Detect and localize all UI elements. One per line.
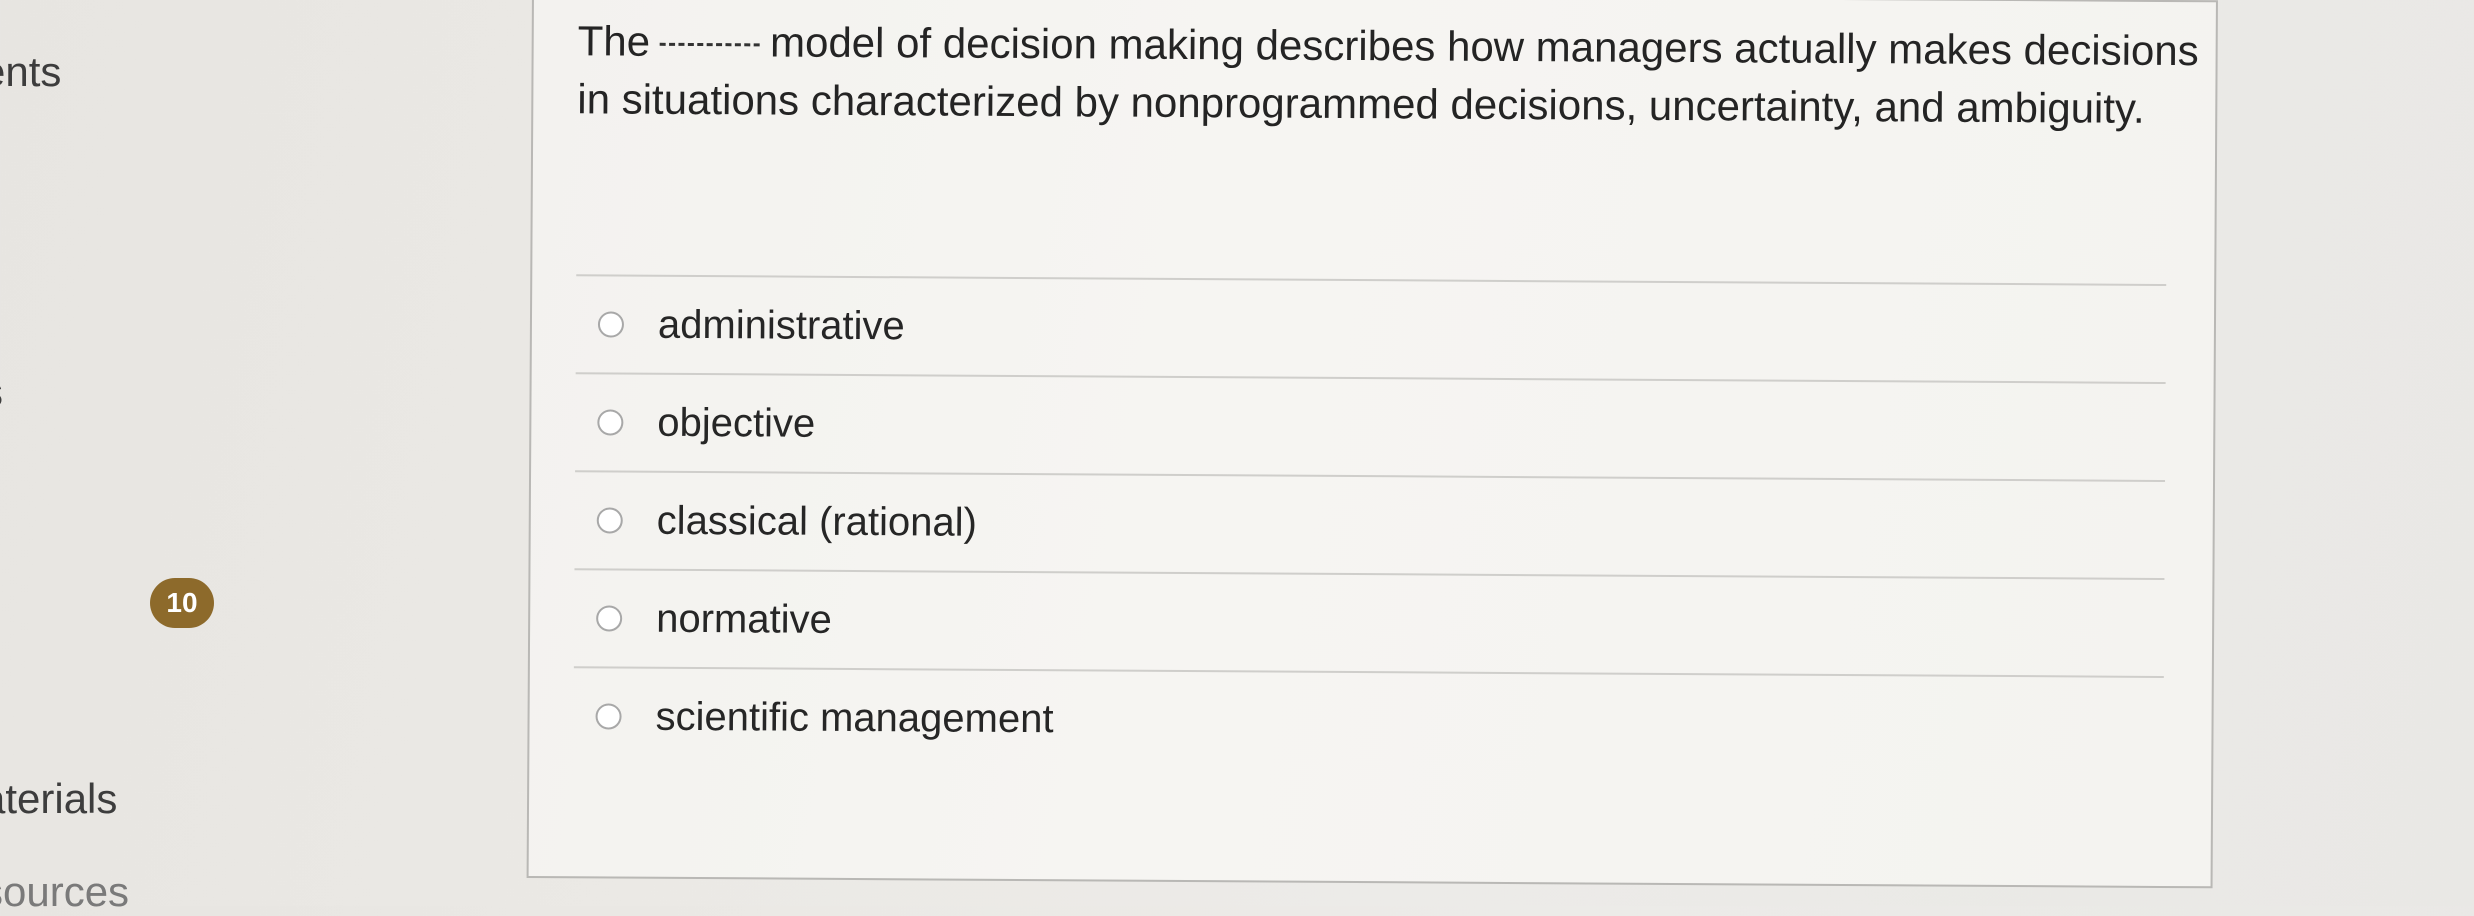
course-sidebar: ents s 10 aterials sources — [0, 0, 520, 915]
sidebar-item-label: s — [0, 368, 3, 415]
option-label: administrative — [657, 302, 905, 348]
radio-button[interactable] — [596, 605, 623, 632]
option-objective[interactable]: objective — [575, 374, 2166, 480]
question-text: The model of decision making describes ho… — [577, 12, 2218, 138]
sidebar-item-resources[interactable]: sources — [0, 868, 129, 916]
option-label: classical (rational) — [656, 498, 978, 545]
answer-options: administrative objective classical (rati… — [573, 274, 2167, 774]
option-administrative[interactable]: administrative — [576, 276, 2167, 382]
radio-button[interactable] — [597, 409, 624, 436]
notification-badge: 10 — [150, 578, 214, 628]
option-scientific-management[interactable]: scientific management — [573, 668, 2164, 774]
option-label: scientific management — [655, 694, 1054, 741]
sidebar-item-materials[interactable]: aterials — [0, 775, 117, 823]
sidebar-item-label: aterials — [0, 775, 118, 822]
radio-button[interactable] — [597, 311, 625, 338]
question-text-start: The — [577, 17, 651, 65]
sidebar-item-label: ents — [0, 48, 62, 95]
option-label: objective — [657, 400, 816, 446]
question-blank — [660, 42, 761, 47]
option-label: normative — [656, 596, 832, 642]
radio-button[interactable] — [595, 703, 622, 730]
sidebar-item-assignments[interactable]: ents — [0, 48, 61, 96]
radio-button[interactable] — [596, 507, 623, 534]
question-panel: The model of decision making describes ho… — [526, 0, 2218, 889]
option-normative[interactable]: normative — [574, 570, 2165, 676]
option-classical-rational[interactable]: classical (rational) — [574, 472, 2165, 578]
sidebar-item-label: sources — [0, 868, 130, 915]
sidebar-item-quizzes[interactable]: s — [0, 368, 3, 416]
question-text-rest: model of decision making describes how m… — [577, 18, 2199, 132]
